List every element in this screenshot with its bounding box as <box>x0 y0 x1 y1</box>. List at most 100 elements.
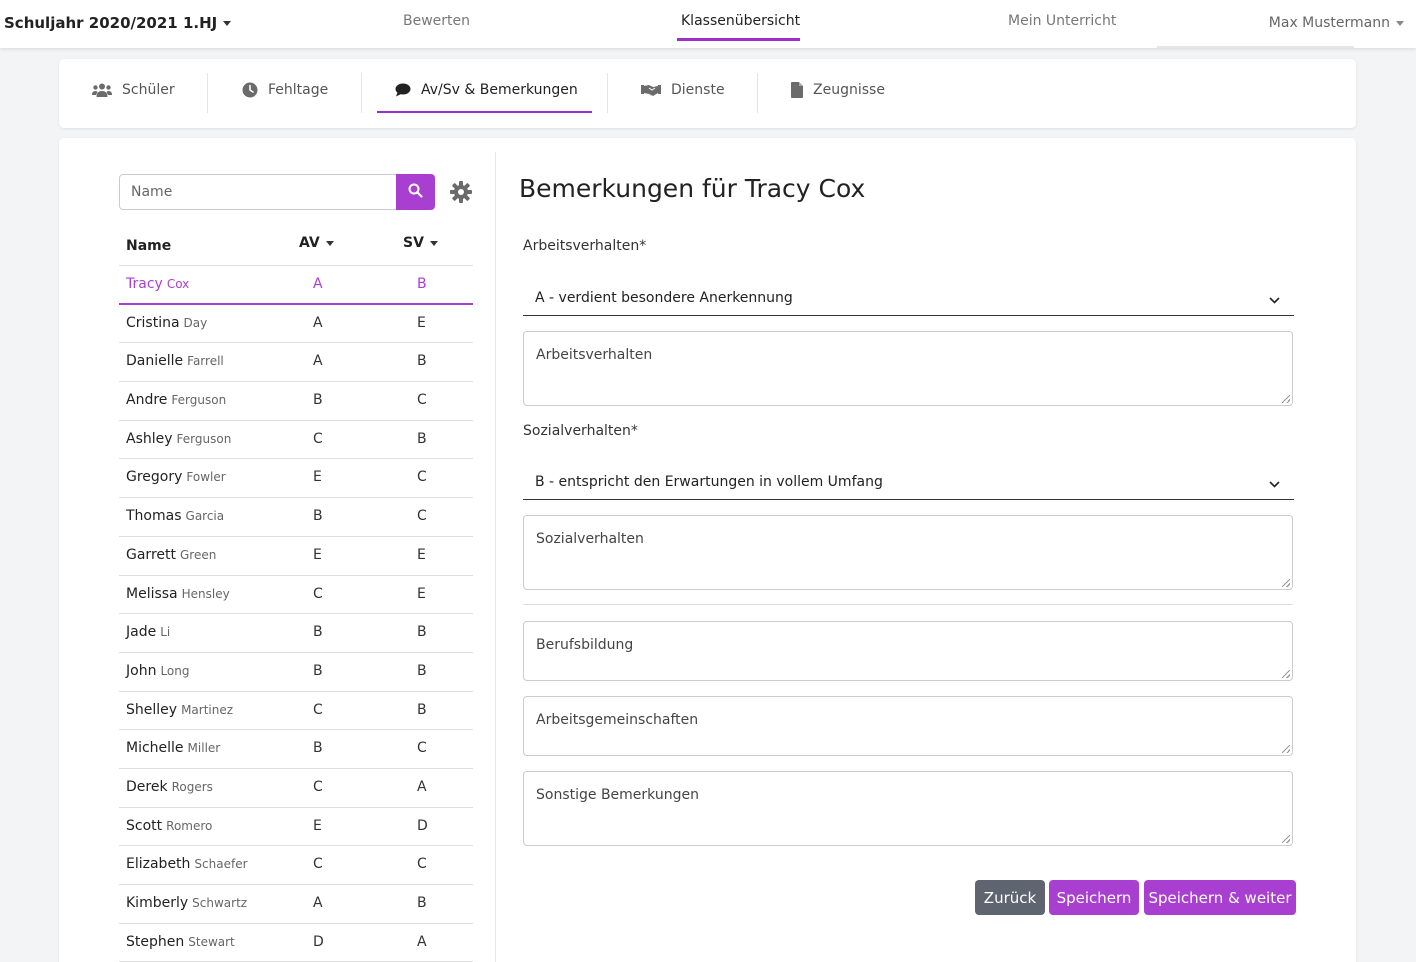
student-first-name: Michelle <box>126 740 184 757</box>
student-last-name: Schwartz <box>192 896 248 910</box>
av-label: Arbeitsverhalten* <box>523 238 647 254</box>
section-divider <box>523 604 1293 605</box>
sonstige-bemerkungen-placeholder: Sonstige Bemerkungen <box>536 787 699 803</box>
student-name: Scott Romero <box>126 818 212 834</box>
tab-active-indicator <box>377 111 592 113</box>
resize-handle[interactable] <box>1282 745 1290 753</box>
sv-select[interactable]: B - entspricht den Erwartungen in vollem… <box>523 462 1294 500</box>
column-header-sv-label: SV <box>403 235 424 251</box>
student-last-name: Fowler <box>186 470 226 485</box>
student-sv-grade: B <box>417 895 427 911</box>
back-button[interactable]: Zurück <box>975 880 1045 915</box>
tab-schueler[interactable]: Schüler <box>92 82 175 98</box>
berufsbildung-placeholder: Berufsbildung <box>536 637 634 653</box>
sv-textarea[interactable]: Sozialverhalten <box>523 515 1293 590</box>
save-and-next-button[interactable]: Speichern & weiter <box>1144 880 1296 915</box>
search-button[interactable] <box>396 174 435 210</box>
table-row[interactable]: Andre Ferguson B C <box>119 382 473 421</box>
student-av-grade: B <box>313 740 323 757</box>
tab-av-sv-bemerkungen[interactable]: Av/Sv & Bemerkungen <box>395 82 578 98</box>
student-sv-grade: B <box>417 701 427 718</box>
user-menu[interactable]: Max Mustermann <box>1269 15 1404 31</box>
student-av-grade: C <box>313 778 323 795</box>
student-name: Cristina Day <box>126 315 207 331</box>
table-row[interactable]: John Long B B <box>119 653 473 692</box>
table-row[interactable]: Danielle Farrell A B <box>119 343 473 383</box>
user-name: Max Mustermann <box>1268 15 1390 31</box>
student-first-name: Tracy <box>126 276 163 292</box>
table-row[interactable]: Jade Li B B <box>119 614 473 653</box>
table-row[interactable]: Garrett Green E E <box>119 537 473 576</box>
table-row[interactable]: Ashley Ferguson C B <box>119 421 473 460</box>
resize-handle[interactable] <box>1282 395 1290 403</box>
table-row[interactable]: Michelle Miller B C <box>119 730 473 769</box>
table-row[interactable]: Shelley Martinez C B <box>119 692 473 731</box>
student-sv-grade: B <box>417 624 427 641</box>
student-name: Jade Li <box>126 624 170 640</box>
search-icon <box>408 183 423 202</box>
nav-mein-unterricht[interactable]: Mein Unterricht <box>1008 13 1116 29</box>
student-av-grade: B <box>313 662 323 679</box>
student-sv-grade: A <box>417 933 427 950</box>
table-row[interactable]: Tracy Cox A B <box>119 266 473 305</box>
student-last-name: Stewart <box>188 934 235 949</box>
user-menu-edge <box>1157 46 1354 48</box>
tab-zeugnisse[interactable]: Zeugnisse <box>791 82 885 98</box>
table-row[interactable]: Derek Rogers C A <box>119 769 473 808</box>
student-name: Andre Ferguson <box>126 392 226 408</box>
student-last-name: Day <box>183 315 208 330</box>
table-row[interactable]: Gregory Fowler E C <box>119 459 473 499</box>
tabs-bar: Schüler Fehltage Av/Sv & Bemerkungen Die… <box>59 59 1356 128</box>
tab-fehltage[interactable]: Fehltage <box>242 82 328 98</box>
student-name: Danielle Farrell <box>126 353 224 369</box>
student-last-name: Schaefer <box>194 857 248 872</box>
column-header-sv[interactable]: SV <box>403 235 438 251</box>
table-row[interactable]: Thomas Garcia B C <box>119 498 473 537</box>
resize-handle[interactable] <box>1282 835 1290 843</box>
av-select[interactable]: A - verdient besondere Anerkennung <box>523 278 1294 316</box>
table-row[interactable]: Stephen Stewart D A <box>119 924 473 962</box>
student-sv-grade: D <box>417 817 428 834</box>
resize-handle[interactable] <box>1282 579 1290 587</box>
student-last-name: Ferguson <box>176 431 232 446</box>
student-av-grade: E <box>313 546 322 563</box>
berufsbildung-textarea[interactable]: Berufsbildung <box>523 621 1293 681</box>
student-av-grade: D <box>313 933 324 950</box>
table-row[interactable]: Elizabeth Schaefer C C <box>119 846 473 885</box>
student-av-grade: A <box>313 895 323 911</box>
column-header-av[interactable]: AV <box>299 235 334 251</box>
save-button[interactable]: Speichern <box>1049 880 1139 915</box>
table-row[interactable]: Kimberly Schwartz A B <box>119 885 473 924</box>
student-sv-grade: E <box>417 314 426 331</box>
student-av-grade: E <box>313 817 322 834</box>
student-first-name: Melissa <box>126 585 178 602</box>
nav-klassenuebersicht[interactable]: Klassenübersicht <box>681 13 800 29</box>
arbeitsgemeinschaften-placeholder: Arbeitsgemeinschaften <box>536 712 699 728</box>
student-av-grade: B <box>313 392 323 409</box>
table-row[interactable]: Melissa Hensley C E <box>119 576 473 615</box>
school-year-dropdown[interactable]: Schuljahr 2020/2021 1.HJ <box>4 14 232 32</box>
av-textarea[interactable]: Arbeitsverhalten <box>523 331 1293 406</box>
table-row[interactable]: Scott Romero E D <box>119 808 473 847</box>
student-sv-grade: A <box>417 778 427 795</box>
student-name: Michelle Miller <box>126 740 220 756</box>
table-row[interactable]: Cristina Day A E <box>119 305 473 344</box>
top-navbar: Schuljahr 2020/2021 1.HJ Bewerten Klasse… <box>0 0 1416 48</box>
resize-handle[interactable] <box>1282 670 1290 678</box>
student-name: Ashley Ferguson <box>126 431 231 447</box>
student-last-name: Cox <box>166 277 190 291</box>
search-input[interactable] <box>119 174 397 210</box>
caret-down-icon <box>1396 20 1404 26</box>
student-av-grade: A <box>313 314 323 331</box>
tab-dienste[interactable]: Dienste <box>641 82 725 98</box>
school-year-label: Schuljahr 2020/2021 1.HJ <box>4 14 218 32</box>
sonstige-bemerkungen-textarea[interactable]: Sonstige Bemerkungen <box>523 771 1293 846</box>
nav-bewerten[interactable]: Bewerten <box>403 13 470 29</box>
arbeitsgemeinschaften-textarea[interactable]: Arbeitsgemeinschaften <box>523 696 1293 756</box>
gear-icon[interactable] <box>449 180 473 208</box>
student-av-grade: A <box>313 353 323 370</box>
chevron-down-icon <box>1269 476 1280 492</box>
sv-select-value: B - entspricht den Erwartungen in vollem… <box>535 474 883 490</box>
student-name: Thomas Garcia <box>126 508 224 524</box>
file-icon <box>791 82 803 98</box>
